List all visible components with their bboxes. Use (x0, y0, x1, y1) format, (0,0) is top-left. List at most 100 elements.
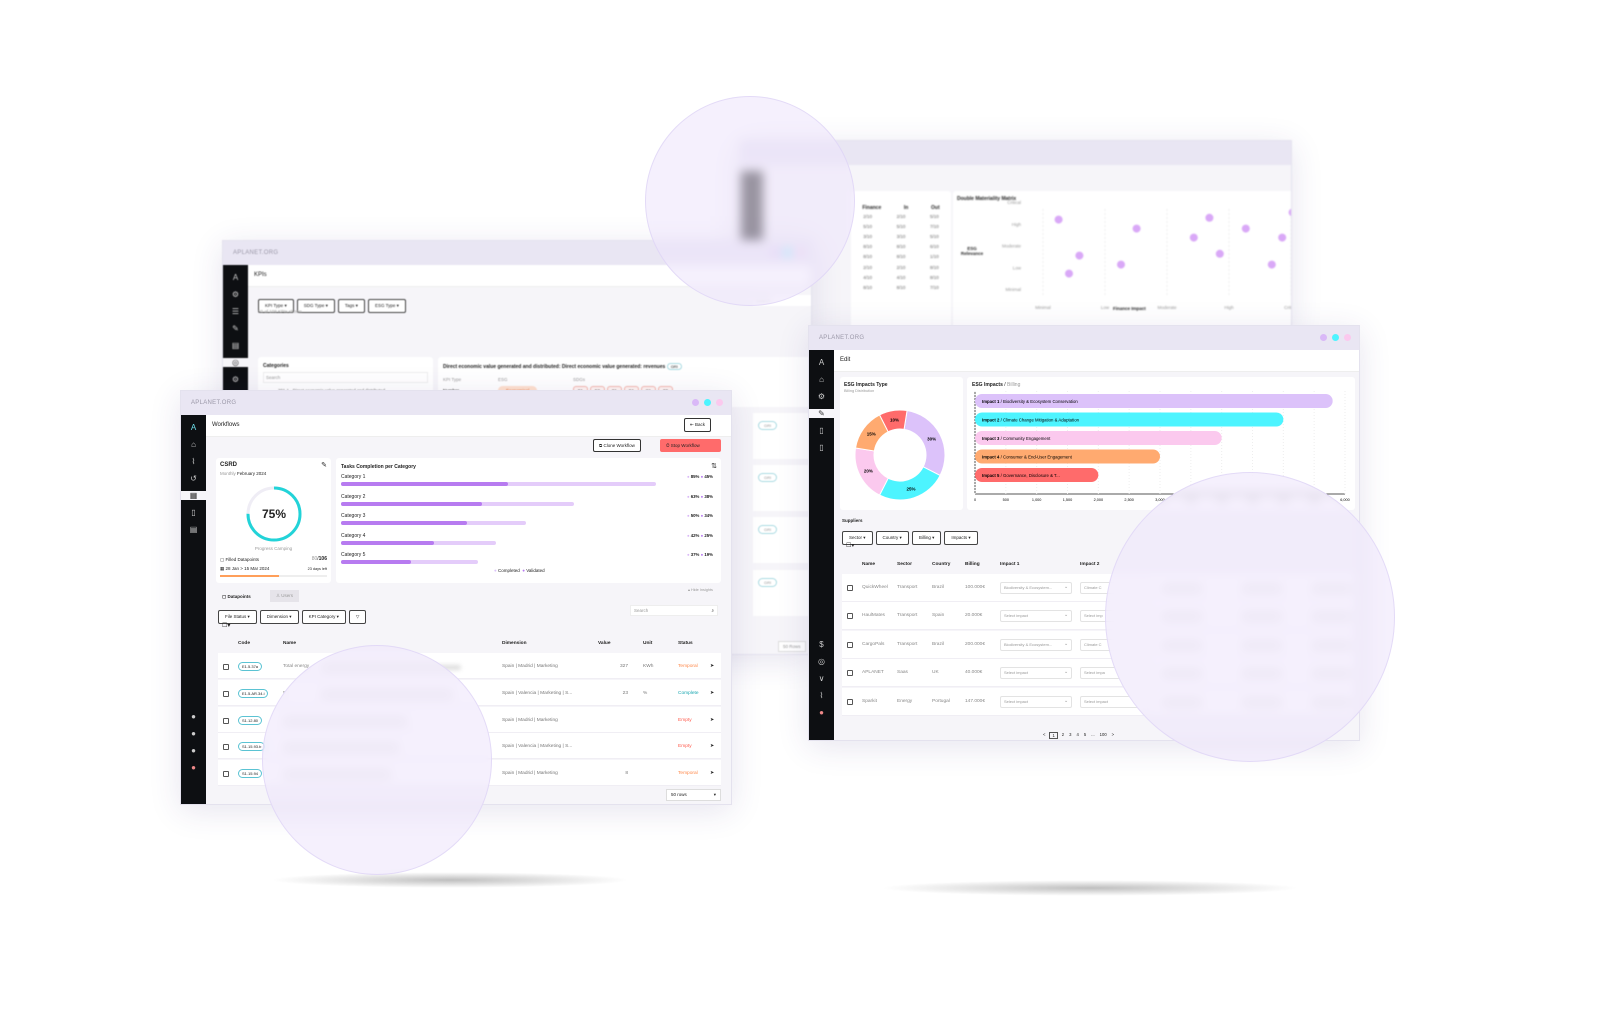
select-all-checkbox[interactable]: ☐▾ (222, 622, 230, 629)
kpi-row[interactable]: GRI› (753, 413, 811, 459)
row-checkbox[interactable] (847, 613, 853, 620)
cell: 3/10 (896, 233, 906, 239)
select-all-checkbox[interactable]: ☐▾ (846, 542, 854, 549)
filter-dropdown[interactable]: Tags ▾ (337, 299, 365, 313)
x-tick-label: 1,000 (1032, 498, 1042, 502)
x-tick-label: Critical (1284, 305, 1292, 310)
kpi-row[interactable]: GRI› (753, 570, 811, 616)
settings-icon[interactable]: ● (191, 712, 196, 721)
kpi-row[interactable]: GRI› (753, 465, 811, 511)
filter-dropdown[interactable]: Billing ▾ (911, 531, 942, 545)
filter-dropdown[interactable]: ESG Type ▾ (367, 299, 406, 313)
table-icon[interactable]: ▤ (190, 525, 198, 534)
tab-users[interactable]: ♙ Users (270, 590, 300, 602)
page-current[interactable]: 1 (1049, 732, 1058, 739)
send-icon[interactable]: ➤ (710, 718, 714, 723)
back-button[interactable]: ⇤ Back (684, 418, 712, 432)
selected-value: Select impa (1084, 670, 1105, 676)
filter-icon[interactable]: ∨ (819, 674, 825, 683)
sort-icon[interactable]: ⇅ (711, 462, 717, 470)
selected-value: Climate C (1084, 641, 1102, 647)
page-link[interactable]: 2 (1061, 732, 1065, 739)
workflow-icon[interactable]: ▦ (181, 491, 206, 500)
settings-icon[interactable]: ⚙ (818, 392, 825, 401)
home-icon[interactable]: ⌂ (819, 375, 824, 384)
history-icon[interactable]: ↺ (190, 474, 197, 483)
row-checkbox[interactable] (847, 585, 853, 591)
filter-dropdown[interactable]: Impacts ▾ (944, 531, 978, 545)
progress-value: 75% (261, 507, 287, 521)
tab-datapoints[interactable]: ▢ Datapoints (218, 591, 255, 603)
filter-dropdown[interactable]: SDG Type ▾ (296, 299, 335, 313)
edit-icon[interactable]: ✎ (321, 461, 327, 469)
column-header: Sector (897, 562, 912, 567)
datapoint-name[interactable]: Total energy (283, 664, 309, 669)
decorative-circle (262, 645, 492, 875)
avatar[interactable]: ● (819, 708, 824, 717)
page-link[interactable]: > (1111, 732, 1115, 739)
row-checkbox[interactable] (223, 744, 229, 751)
send-icon[interactable]: ➤ (710, 664, 714, 669)
supplier-sector: Saas (897, 670, 908, 676)
dimension: Spain | Madrid | Marketing (502, 664, 558, 669)
supplier-billing: 147.000€ (965, 698, 986, 704)
send-icon[interactable]: ➤ (710, 691, 714, 696)
filter-icon[interactable]: ● (191, 729, 196, 738)
row-checkbox[interactable] (847, 670, 853, 677)
send-icon[interactable]: ➤ (710, 771, 714, 776)
impact-1-select[interactable]: Select impact ⌄ (1000, 610, 1072, 623)
send-icon[interactable]: ➤ (710, 744, 714, 749)
validated-value: 34% (704, 513, 713, 518)
table-row[interactable]: E1.5.37a Total energy Spain | Madrid | Mar… (218, 653, 721, 679)
data-point (1132, 224, 1141, 233)
avatar[interactable]: ● (191, 763, 196, 772)
target-icon[interactable]: ◎ (818, 657, 825, 666)
page-link[interactable]: 4 (1075, 732, 1079, 739)
stats-icon[interactable]: ● (191, 746, 196, 755)
stop-workflow-button[interactable]: ⏱ Stop Workflow (660, 439, 721, 452)
code-badge: S1.15.94 (238, 769, 263, 779)
hide-insights-link[interactable]: ▴ Hide Insights (688, 587, 713, 592)
categories-search[interactable]: Search (263, 372, 428, 383)
edit-icon[interactable]: ✎ (809, 409, 834, 418)
stats-icon[interactable]: ⌇ (820, 691, 824, 700)
search-input[interactable]: Search ⌕ (630, 605, 718, 616)
rows-per-page-select[interactable]: 50 rows ▾ (666, 789, 721, 801)
row-checkbox[interactable] (847, 698, 853, 705)
filter-dropdown[interactable]: Dimension ▾ (259, 610, 299, 624)
x-tick-label: Minimal (1035, 305, 1051, 310)
kpi-row[interactable]: GRI› (753, 517, 811, 563)
dollar-icon[interactable]: $ (819, 640, 823, 649)
workflow-name: CSRD (220, 462, 238, 468)
filter-label: Country (882, 535, 899, 540)
document-icon[interactable]: ▯ (819, 443, 823, 452)
impact-1-select[interactable]: Biodiversity & Ecosystem... ⌄ (1000, 582, 1072, 594)
row-checkbox[interactable] (223, 717, 229, 724)
page-link[interactable]: < (1042, 732, 1046, 739)
rows-select[interactable]: 50 Rows (778, 641, 806, 652)
row-checkbox[interactable] (847, 641, 853, 648)
filter-dropdown[interactable]: Country ▾ (875, 531, 909, 545)
rows-per-page-value: 50 rows (671, 792, 687, 797)
page-link[interactable]: 3 (1068, 732, 1072, 739)
page-link[interactable]: ... (1090, 732, 1096, 739)
page-link[interactable]: 100 (1099, 732, 1108, 739)
impact-1-select[interactable]: Select impact ⌄ (1000, 695, 1072, 708)
filter-icon[interactable]: ▽ (348, 610, 367, 624)
validated-value: 19% (704, 552, 713, 557)
chart-icon[interactable]: ⌇ (192, 457, 196, 466)
column-header: Country (932, 562, 951, 567)
table-row: 4/10 4/10 8/10 (851, 272, 951, 282)
row-checkbox[interactable] (223, 771, 229, 778)
home-icon[interactable]: ⌂ (191, 440, 196, 449)
impact-1-select[interactable]: Biodiversity & Ecosystem... ⌄ (1000, 638, 1072, 651)
row-checkbox[interactable] (223, 690, 229, 697)
document-icon[interactable]: ▯ (191, 508, 195, 517)
filter-dropdown[interactable]: KPI Category ▾ (301, 610, 346, 624)
clone-workflow-button[interactable]: ⧉ Clone Workflow (593, 439, 641, 452)
page-link[interactable]: 5 (1083, 732, 1087, 739)
impact-1-select[interactable]: Select impact ⌄ (1000, 667, 1072, 680)
row-checkbox[interactable] (223, 664, 229, 670)
materiality-chart: Double Materiality Matrix ESG Relevance … (953, 191, 1292, 329)
document-icon[interactable]: ▯ (819, 426, 823, 435)
